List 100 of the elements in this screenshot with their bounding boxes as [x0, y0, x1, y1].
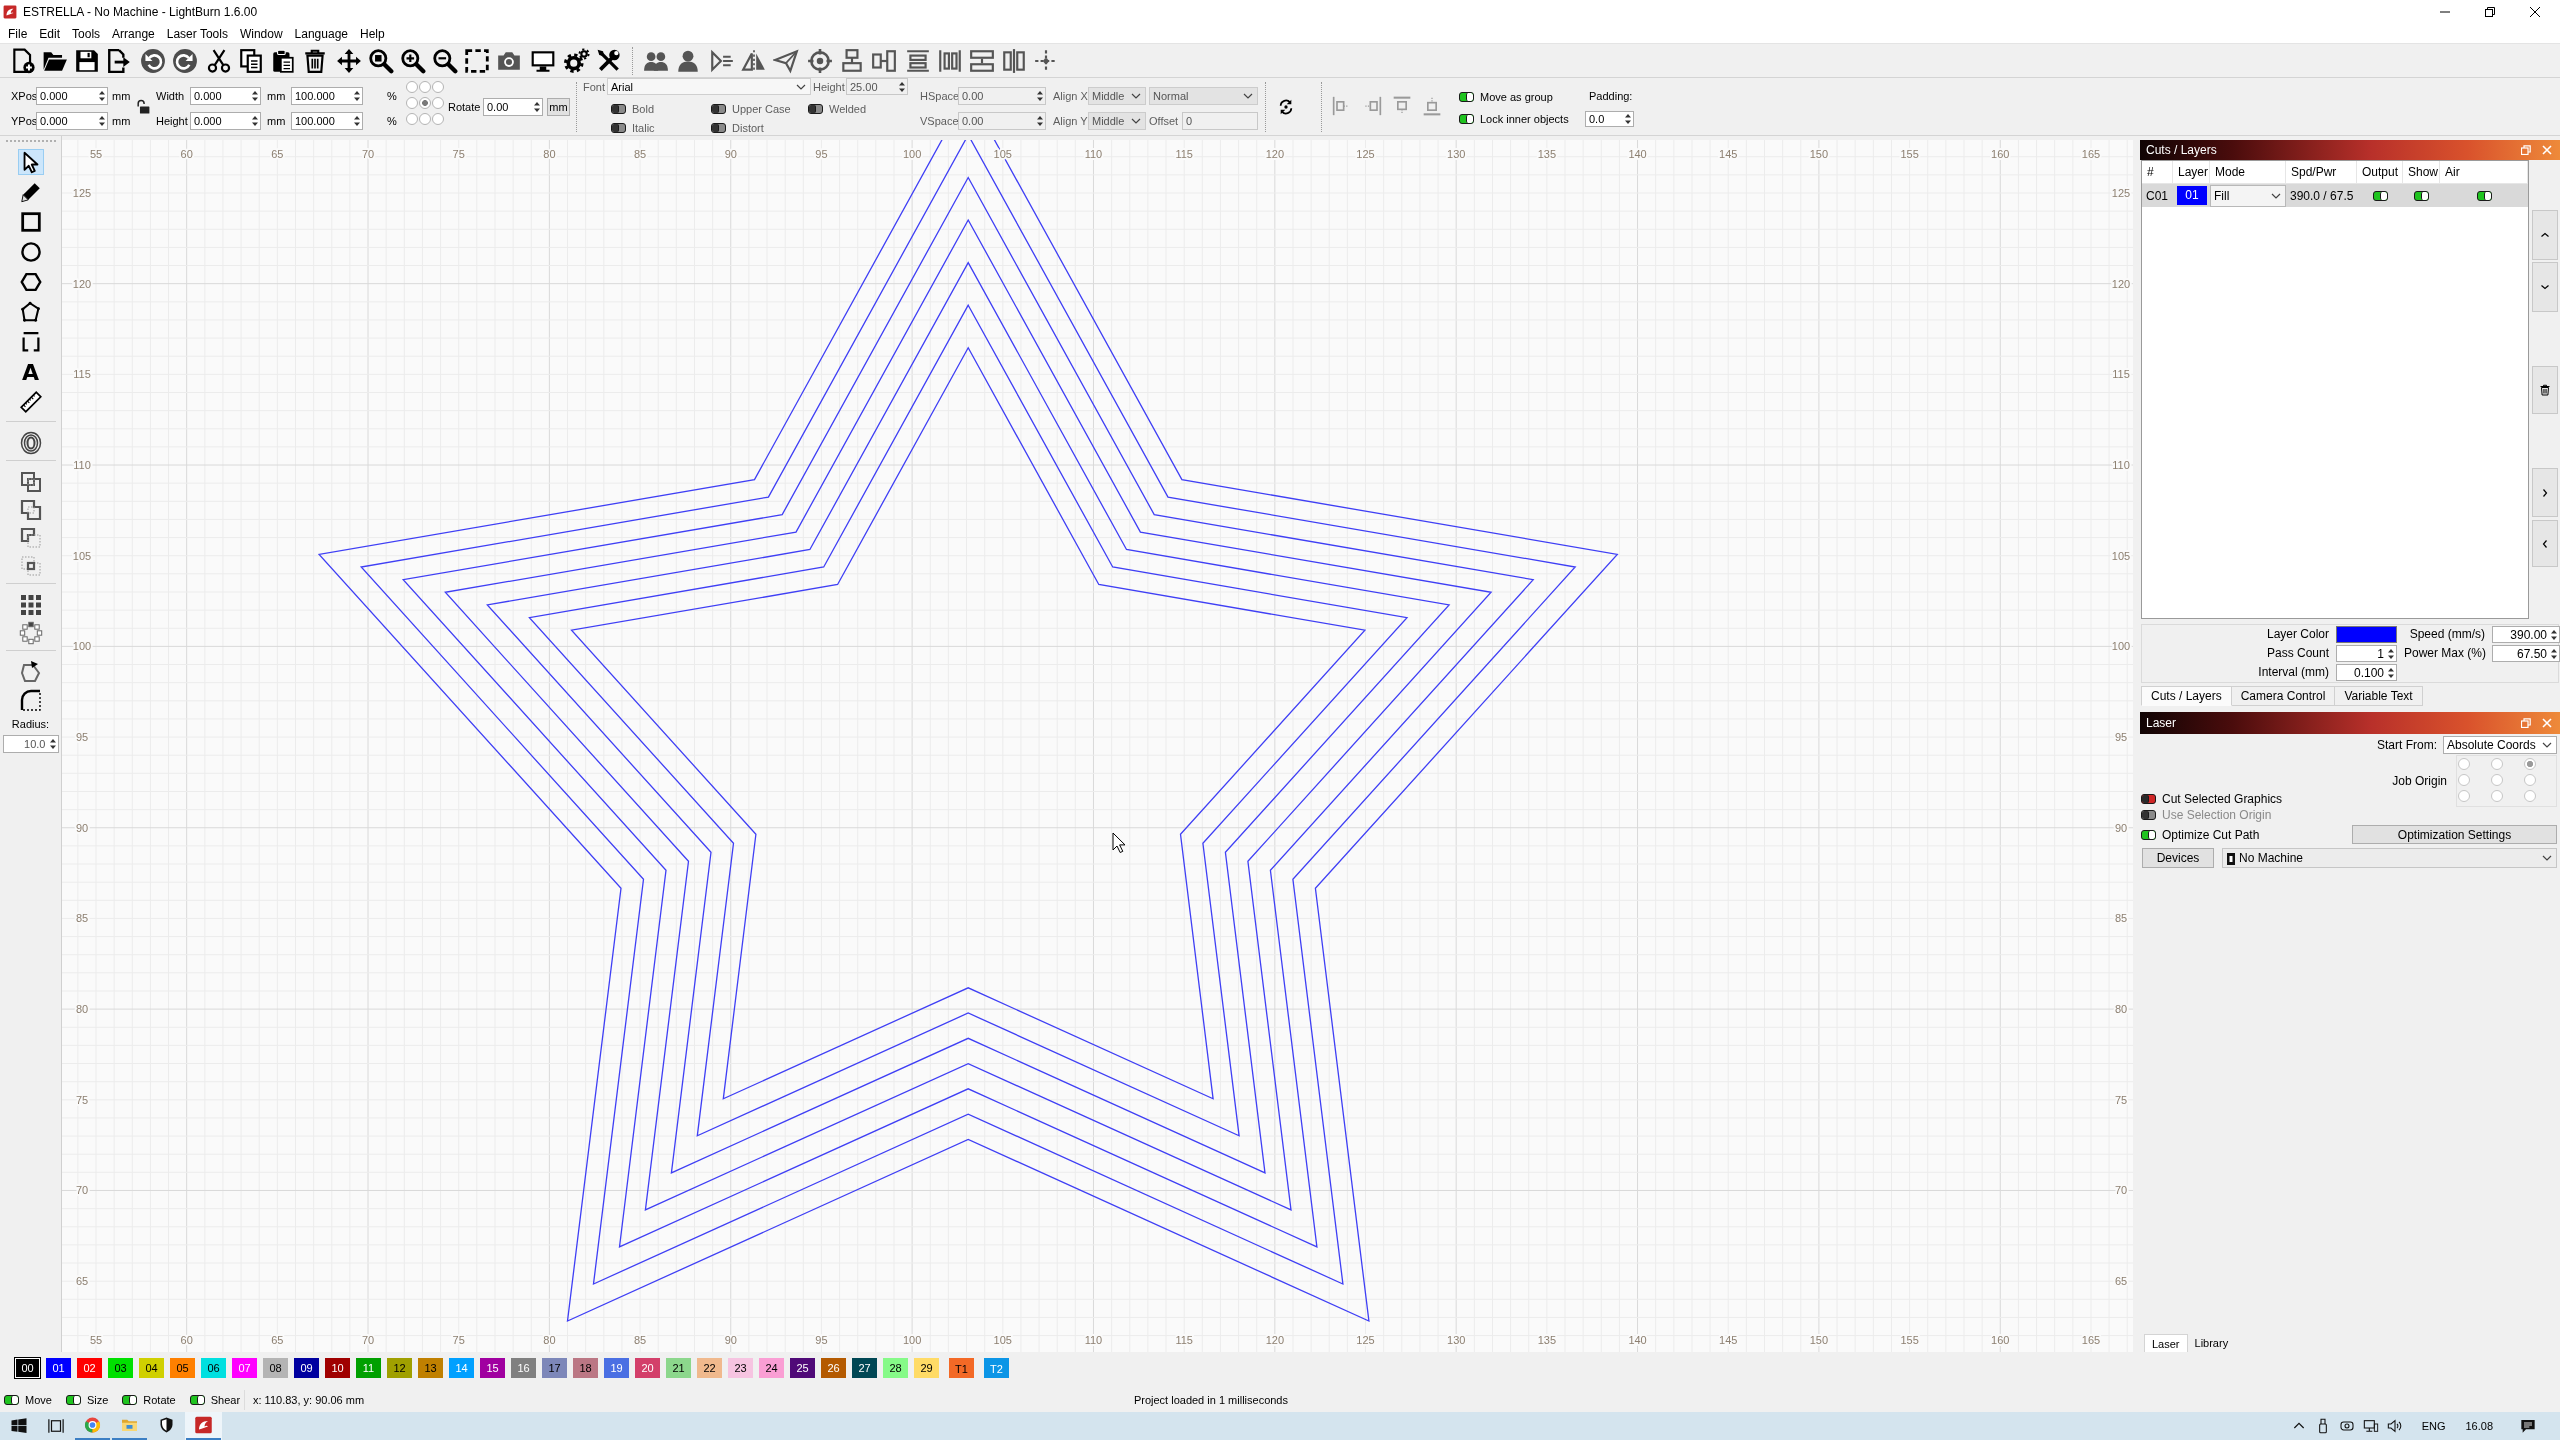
spin-arrows-icon[interactable]	[98, 114, 106, 128]
clock[interactable]: 16.08	[2465, 1420, 2493, 1432]
paper-plane-icon[interactable]	[773, 47, 799, 74]
float-window-icon[interactable]	[2521, 718, 2531, 728]
toggle-switch[interactable]	[122, 1395, 138, 1405]
color-swatch[interactable]: 23	[728, 1358, 753, 1378]
color-swatch[interactable]: 29	[914, 1358, 939, 1378]
circular-array-icon[interactable]	[17, 620, 44, 646]
menu-item[interactable]: Tools	[66, 24, 107, 43]
tools-icon[interactable]	[596, 47, 622, 74]
number-field[interactable]: 0.000	[190, 87, 261, 105]
number-field[interactable]: 0.000	[36, 112, 108, 130]
tab[interactable]: Laser	[2144, 1334, 2188, 1352]
zoom-in-icon[interactable]	[400, 47, 426, 74]
tab[interactable]: Camera Control	[2231, 686, 2336, 706]
task-view-icon[interactable]	[46, 1417, 65, 1435]
anchor-radio[interactable]	[432, 81, 444, 93]
number-field[interactable]: 0.00	[483, 98, 543, 116]
close-icon[interactable]	[2530, 7, 2540, 17]
number-field[interactable]: 100.000	[291, 112, 363, 130]
trash-icon[interactable]	[302, 47, 328, 74]
float-window-icon[interactable]	[2521, 145, 2531, 155]
color-swatch[interactable]: 15	[480, 1358, 505, 1378]
color-swatch[interactable]: 21	[666, 1358, 691, 1378]
restore-icon[interactable]	[2485, 7, 2495, 17]
color-swatch[interactable]: 00	[15, 1358, 40, 1378]
color-swatch[interactable]: 12	[387, 1358, 412, 1378]
volume-icon[interactable]	[2386, 1418, 2403, 1434]
spin-arrows-icon[interactable]	[98, 89, 106, 103]
color-swatch[interactable]	[2336, 626, 2397, 643]
distribute-icon[interactable]	[905, 47, 931, 74]
tab[interactable]: Cuts / Layers	[2141, 686, 2232, 706]
origin-radio[interactable]	[2458, 790, 2470, 802]
color-swatch[interactable]: 01	[46, 1358, 71, 1378]
number-field[interactable]: 0.100	[2336, 664, 2397, 681]
color-swatch[interactable]: 19	[604, 1358, 629, 1378]
crosshair-icon[interactable]	[807, 47, 833, 74]
toggle-switch[interactable]	[2141, 829, 2156, 840]
tab[interactable]: Variable Text	[2335, 686, 2423, 706]
color-swatch[interactable]: 24	[759, 1358, 784, 1378]
spin-arrows-icon[interactable]	[48, 737, 57, 751]
number-field[interactable]: 67.50	[2492, 645, 2560, 662]
notification-icon[interactable]	[2520, 1418, 2536, 1434]
toggle-switch[interactable]	[1459, 114, 1474, 124]
anchor-radio[interactable]	[419, 81, 431, 93]
export-icon[interactable]	[106, 47, 132, 74]
toggle-switch[interactable]	[65, 1395, 81, 1405]
menu-item[interactable]: Edit	[33, 24, 67, 43]
language-indicator[interactable]: ENG	[2421, 1420, 2446, 1432]
color-swatch[interactable]: 18	[573, 1358, 598, 1378]
delete-button[interactable]	[2532, 366, 2558, 414]
number-field[interactable]: 0.000	[190, 112, 261, 130]
anchor-radio[interactable]	[419, 97, 431, 109]
new-file-icon[interactable]	[10, 47, 36, 74]
dashed-frame-icon[interactable]	[464, 47, 490, 74]
origin-radio[interactable]	[2458, 774, 2470, 786]
spin-arrows-icon[interactable]	[251, 89, 259, 103]
menu-item[interactable]: Help	[354, 24, 391, 43]
menu-item[interactable]: Laser Tools	[160, 24, 234, 43]
rotate-arrows-icon[interactable]	[1278, 99, 1294, 115]
anchor-radio[interactable]	[406, 97, 418, 109]
network-icon[interactable]	[2362, 1418, 2379, 1434]
origin-radio[interactable]	[2491, 758, 2503, 770]
menu-item[interactable]: Language	[288, 24, 354, 43]
anchor-radio[interactable]	[432, 113, 444, 125]
color-swatch[interactable]: 10	[325, 1358, 350, 1378]
color-swatch[interactable]: 06	[201, 1358, 226, 1378]
start-icon[interactable]	[9, 1417, 28, 1435]
mode-dropdown[interactable]: Fill	[2210, 184, 2286, 207]
settings-icon[interactable]	[564, 47, 590, 74]
devices-button[interactable]: Devices	[2142, 848, 2214, 868]
color-swatch[interactable]: 02	[77, 1358, 102, 1378]
number-field[interactable]: 1	[2336, 645, 2397, 662]
color-swatch[interactable]: 13	[418, 1358, 443, 1378]
color-swatch[interactable]: 05	[170, 1358, 195, 1378]
align-icon[interactable]	[839, 47, 865, 74]
toggle-switch[interactable]	[1459, 92, 1474, 102]
color-swatch[interactable]: T1	[949, 1358, 974, 1378]
start-from-dropdown[interactable]: Absolute Coords	[2443, 735, 2557, 754]
webcam-icon[interactable]	[2338, 1418, 2355, 1434]
arrow-pointer-icon[interactable]	[17, 149, 44, 175]
copy-icon[interactable]	[238, 47, 264, 74]
number-field[interactable]: 0.0	[1585, 111, 1634, 127]
text-tool[interactable]: A	[17, 359, 44, 385]
clipboard-icon[interactable]	[270, 47, 296, 74]
distribute-icon[interactable]	[1001, 47, 1027, 74]
number-field[interactable]: 0.000	[36, 87, 108, 105]
menu-item[interactable]: Arrange	[106, 24, 161, 43]
toggle-switch[interactable]	[2372, 190, 2388, 201]
color-swatch[interactable]: 08	[263, 1358, 288, 1378]
color-swatch[interactable]: 16	[511, 1358, 536, 1378]
origin-radio[interactable]	[2524, 774, 2536, 786]
menu-item[interactable]: Window	[233, 24, 289, 43]
spin-arrows-icon[interactable]	[353, 89, 361, 103]
color-swatch[interactable]: 09	[294, 1358, 319, 1378]
toggle-switch[interactable]	[4, 1395, 19, 1405]
anchor-radio[interactable]	[406, 81, 418, 93]
color-swatch[interactable]: 25	[790, 1358, 815, 1378]
mirror-icon[interactable]	[709, 47, 735, 74]
scissors-icon[interactable]	[206, 47, 232, 74]
